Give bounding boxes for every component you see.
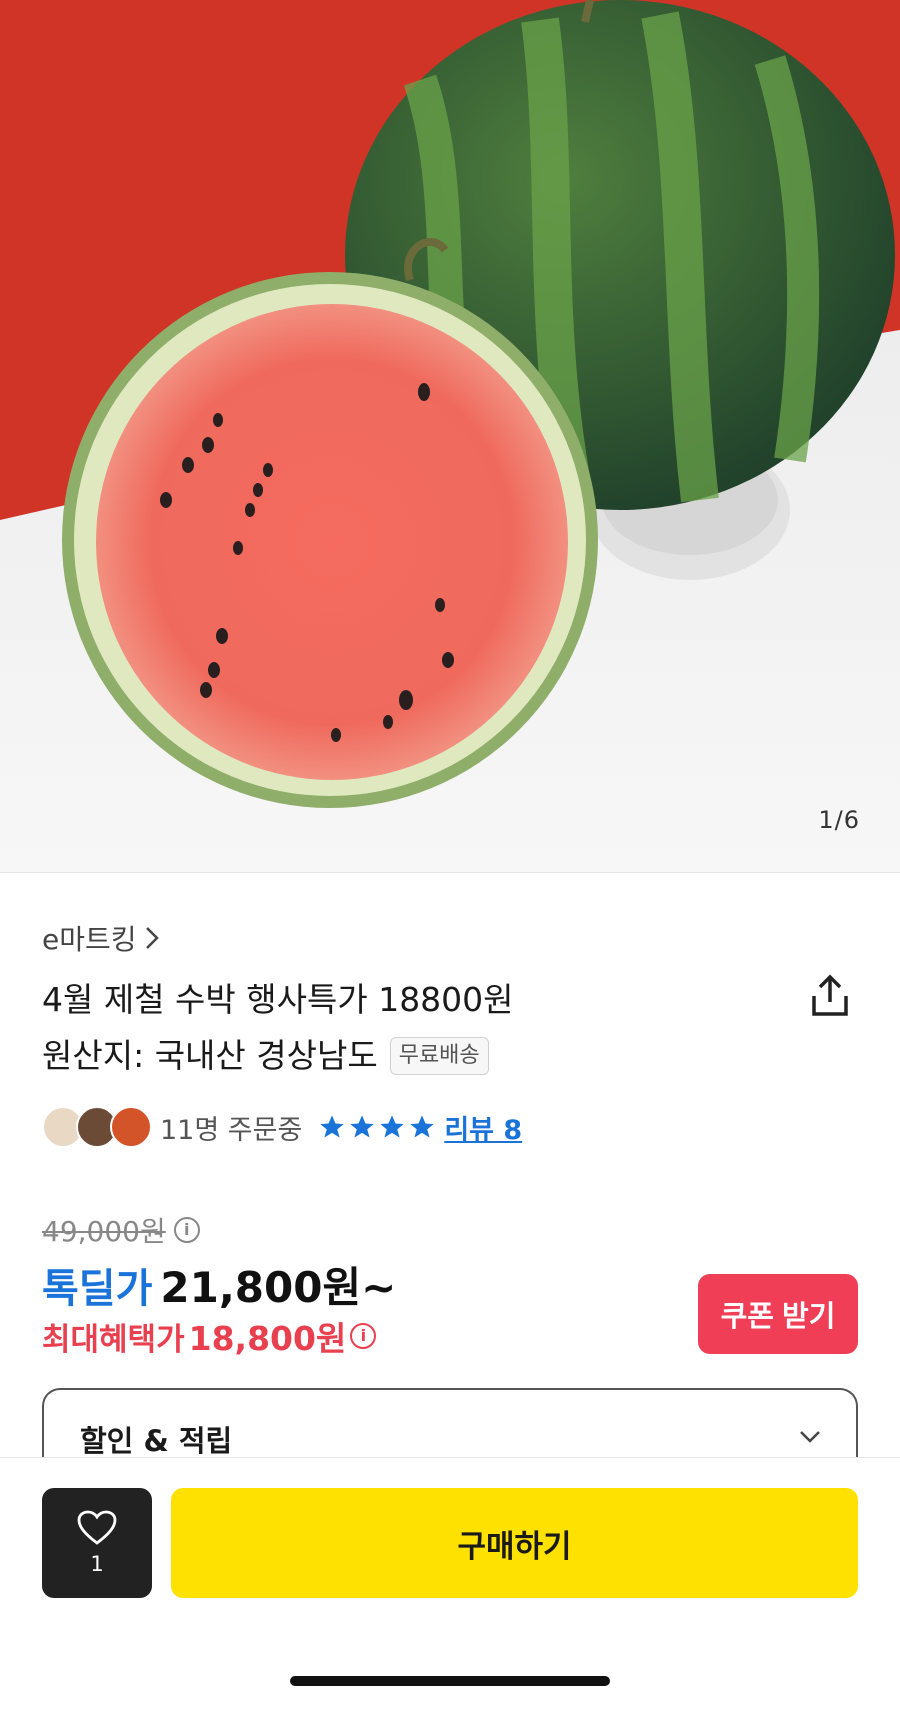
original-price-row: 49,000원 i bbox=[42, 1210, 200, 1250]
buyer-avatars bbox=[42, 1106, 154, 1148]
deal-label: 톡딜가 bbox=[42, 1266, 153, 1312]
chevron-down-icon bbox=[800, 1431, 820, 1443]
title-line-1: 4월 제철 수박 행사특가 18800원 bbox=[42, 980, 514, 1019]
star-icon bbox=[350, 1115, 374, 1138]
deal-price: 21,800원~ bbox=[160, 1263, 397, 1312]
share-icon[interactable] bbox=[806, 972, 854, 1020]
avatar bbox=[110, 1106, 152, 1148]
original-price: 49,000원 bbox=[42, 1215, 166, 1248]
watermelon-illustration bbox=[0, 0, 900, 872]
free-shipping-badge: 무료배송 bbox=[389, 1037, 489, 1075]
reviews-link[interactable]: 리뷰 8 bbox=[444, 1108, 522, 1147]
like-count: 1 bbox=[90, 1552, 104, 1576]
home-indicator bbox=[290, 1676, 610, 1686]
star-icon bbox=[320, 1115, 344, 1138]
bottom-action-bar: 1 구매하기 bbox=[0, 1457, 900, 1710]
coupon-button[interactable]: 쿠폰 받기 bbox=[698, 1274, 858, 1354]
star-icon bbox=[410, 1115, 434, 1138]
max-benefit-label: 최대혜택가 bbox=[42, 1321, 185, 1358]
title-line-2: 원산지: 국내산 경상남도 bbox=[42, 1036, 378, 1075]
info-icon[interactable]: i bbox=[350, 1323, 377, 1349]
info-icon[interactable]: i bbox=[173, 1217, 200, 1243]
rating-stars bbox=[318, 1113, 436, 1141]
deal-price-row: 톡딜가 21,800원~ bbox=[42, 1254, 396, 1315]
max-benefit-row: 최대혜택가 18,800원 i bbox=[42, 1312, 377, 1360]
social-proof-row: 11명 주문중 리뷰 8 bbox=[42, 1104, 522, 1150]
heart-icon bbox=[77, 1510, 117, 1545]
seller-link[interactable]: e마트킹 bbox=[42, 918, 161, 958]
orders-count: 11명 주문중 bbox=[160, 1114, 303, 1146]
star-icon bbox=[380, 1115, 404, 1138]
buy-button[interactable]: 구매하기 bbox=[171, 1488, 858, 1598]
product-image[interactable]: 1/6 bbox=[0, 0, 900, 872]
image-counter: 1/6 bbox=[806, 798, 872, 842]
product-title: 4월 제철 수박 행사특가 18800원 원산지: 국내산 경상남도 무료배송 bbox=[42, 972, 742, 1084]
discount-label: 할인 & 적립 bbox=[80, 1424, 233, 1458]
max-benefit-price: 18,800원 bbox=[188, 1319, 347, 1358]
chevron-right-icon bbox=[145, 927, 159, 949]
like-button[interactable]: 1 bbox=[42, 1488, 152, 1598]
seller-name: e마트킹 bbox=[42, 923, 137, 956]
divider bbox=[0, 872, 900, 873]
